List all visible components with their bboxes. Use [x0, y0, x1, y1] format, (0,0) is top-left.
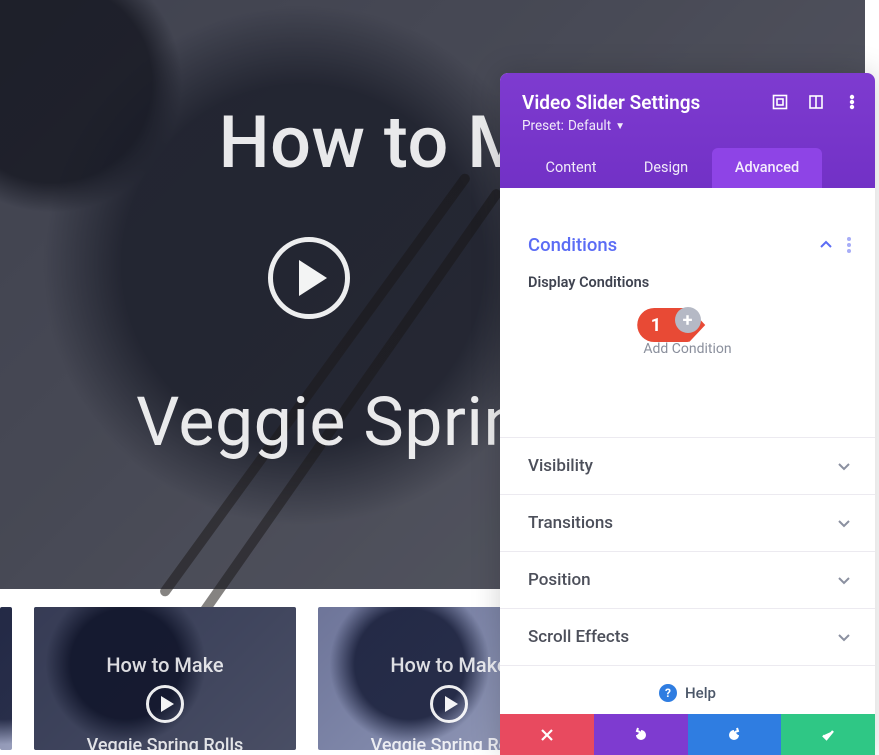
- section-position: Position: [500, 552, 875, 609]
- thumb-partial[interactable]: [0, 607, 12, 750]
- chevron-down-icon[interactable]: [837, 573, 851, 587]
- play-icon[interactable]: [146, 685, 184, 723]
- field-label-display-conditions: Display Conditions: [528, 274, 847, 291]
- fullscreen-icon[interactable]: [771, 93, 789, 111]
- spacer: [500, 397, 875, 437]
- section-title: Scroll Effects: [528, 627, 629, 647]
- add-condition-label: Add Condition: [643, 341, 731, 357]
- settings-panel: Video Slider Settings Preset: Default ▼ …: [500, 73, 875, 755]
- tab-content[interactable]: Content: [522, 148, 620, 188]
- add-condition-button[interactable]: +: [675, 307, 701, 333]
- section-title: Visibility: [528, 456, 593, 476]
- section-title: Transitions: [528, 513, 613, 533]
- kebab-menu-icon[interactable]: [843, 93, 861, 111]
- section-transitions: Transitions: [500, 495, 875, 552]
- add-condition-area: 1 + Add Condition: [528, 307, 847, 357]
- preset-label: Preset:: [522, 118, 564, 134]
- help-icon: ?: [659, 684, 677, 702]
- panel-body[interactable]: Conditions Display Conditions 1 + Add Co…: [500, 188, 875, 714]
- redo-button[interactable]: [688, 714, 782, 755]
- section-header-visibility[interactable]: Visibility: [500, 438, 875, 494]
- section-header-scroll-effects[interactable]: Scroll Effects: [500, 609, 875, 665]
- section-title: Position: [528, 570, 591, 590]
- undo-button[interactable]: [594, 714, 688, 755]
- chevron-down-icon[interactable]: [837, 630, 851, 644]
- tab-design[interactable]: Design: [620, 148, 712, 188]
- help-label: Help: [685, 684, 716, 702]
- panel-header: Video Slider Settings Preset: Default ▼ …: [500, 73, 875, 188]
- section-title: Conditions: [528, 234, 617, 256]
- thumb-item[interactable]: How to Make Veggie Spring Rolls: [34, 607, 296, 750]
- section-body-conditions: Display Conditions 1 + Add Condition: [500, 274, 875, 397]
- preset-selector[interactable]: Preset: Default ▼: [522, 118, 853, 134]
- play-icon[interactable]: [430, 685, 468, 723]
- panel-footer: [500, 714, 875, 755]
- section-header-transitions[interactable]: Transitions: [500, 495, 875, 551]
- kebab-menu-icon[interactable]: [847, 237, 851, 253]
- caret-down-icon: ▼: [615, 121, 625, 132]
- columns-icon[interactable]: [807, 93, 825, 111]
- thumb-title: How to Make: [34, 653, 296, 677]
- tab-bar: Content Design Advanced: [522, 148, 853, 188]
- section-header-conditions[interactable]: Conditions: [500, 216, 875, 274]
- chevron-down-icon[interactable]: [837, 516, 851, 530]
- save-button[interactable]: [781, 714, 875, 755]
- header-icon-group: [771, 93, 861, 111]
- tab-advanced[interactable]: Advanced: [712, 148, 822, 188]
- help-link[interactable]: ? Help: [500, 666, 875, 714]
- preset-value: Default: [568, 118, 611, 134]
- chevron-down-icon[interactable]: [837, 459, 851, 473]
- chevron-up-icon[interactable]: [819, 238, 833, 252]
- close-button[interactable]: [500, 714, 594, 755]
- annotation-number: 1: [651, 315, 661, 336]
- section-visibility: Visibility: [500, 437, 875, 495]
- thumb-subtitle: Veggie Spring Rolls: [34, 735, 296, 750]
- section-conditions: Conditions Display Conditions 1 + Add Co…: [500, 216, 875, 397]
- section-scroll-effects: Scroll Effects: [500, 609, 875, 666]
- scroll-fade: [500, 188, 875, 216]
- section-header-position[interactable]: Position: [500, 552, 875, 608]
- play-button[interactable]: [268, 237, 350, 319]
